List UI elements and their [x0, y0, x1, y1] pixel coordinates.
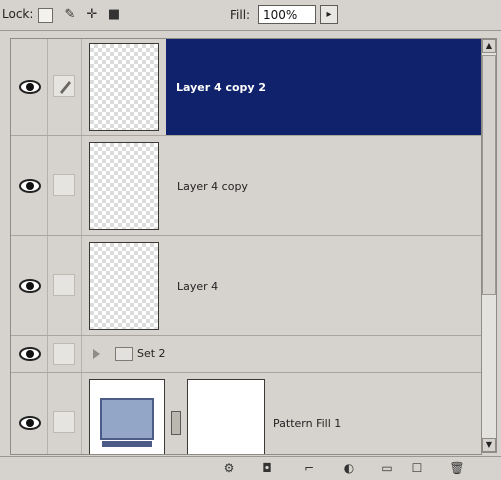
eye-icon[interactable] [17, 176, 43, 196]
new-layer-icon[interactable]: ☐ [408, 460, 426, 476]
layer-name[interactable]: Layer 4 copy [177, 180, 248, 193]
layer-row[interactable]: Layer 4 copy [11, 136, 481, 236]
layers-list: Layer 4 copy 2 Layer 4 copy Layer 4 Set … [10, 38, 482, 455]
link-slot[interactable] [53, 274, 75, 296]
layer-row[interactable]: Pattern Fill 1 [11, 373, 481, 454]
layer-thumbnail [89, 43, 159, 131]
folder-icon [115, 347, 133, 361]
folder-icon[interactable]: ▭ [378, 460, 396, 476]
brush-lock-icon[interactable]: ✎ [62, 7, 78, 23]
fill-input[interactable]: 100% [258, 5, 316, 24]
layer-mask-thumbnail [187, 379, 265, 454]
link-slot[interactable] [53, 411, 75, 433]
fill-label: Fill: [230, 8, 251, 22]
trash-icon[interactable]: 🗑 [448, 460, 466, 476]
expand-triangle-icon[interactable] [93, 349, 100, 359]
selected-highlight: Layer 4 copy 2 [166, 39, 481, 135]
layers-toolbar: Lock: ✎ ✛ ■ Fill: 100% ▸ [0, 0, 501, 31]
eye-icon[interactable] [17, 276, 43, 296]
chain-icon[interactable] [171, 411, 181, 435]
pattern-fill-thumbnail [89, 379, 165, 454]
link-slot[interactable] [53, 343, 75, 365]
fx-icon[interactable]: ◘ [258, 460, 276, 476]
lock-label: Lock: [2, 7, 34, 21]
layer-name[interactable]: Layer 4 [177, 280, 218, 293]
layer-row[interactable]: Layer 4 copy 2 [11, 39, 481, 136]
chevron-right-icon[interactable]: ▸ [320, 5, 338, 24]
eye-icon[interactable] [17, 413, 43, 433]
layers-bottom-toolbar: ⚙ ◘ ⌐ ◐ ▭ ☐ 🗑 [0, 456, 501, 480]
layer-row[interactable]: Layer 4 [11, 236, 481, 336]
scroll-thumb[interactable] [482, 55, 496, 295]
eye-icon[interactable] [17, 77, 43, 97]
layers-scrollbar[interactable]: ▲ ▼ [481, 38, 497, 453]
move-lock-icon[interactable]: ✛ [84, 7, 100, 23]
eye-icon[interactable] [17, 344, 43, 364]
scroll-down-icon[interactable]: ▼ [482, 438, 496, 452]
link-slot[interactable] [53, 174, 75, 196]
layer-thumbnail [89, 142, 159, 230]
brush-icon[interactable] [53, 75, 75, 97]
scroll-up-icon[interactable]: ▲ [482, 39, 496, 53]
padlock-icon[interactable]: ■ [106, 7, 122, 23]
layer-thumbnail [89, 242, 159, 330]
group-name[interactable]: Set 2 [137, 347, 166, 360]
layer-name[interactable]: Pattern Fill 1 [273, 417, 341, 430]
layer-name[interactable]: Layer 4 copy 2 [176, 81, 266, 94]
mask-icon[interactable]: ⌐ [300, 460, 318, 476]
group-row[interactable]: Set 2 [11, 336, 481, 373]
link-icon[interactable]: ⚙ [220, 460, 238, 476]
adjustment-icon[interactable]: ◐ [340, 460, 358, 476]
transparent-lock-icon[interactable] [38, 8, 53, 23]
